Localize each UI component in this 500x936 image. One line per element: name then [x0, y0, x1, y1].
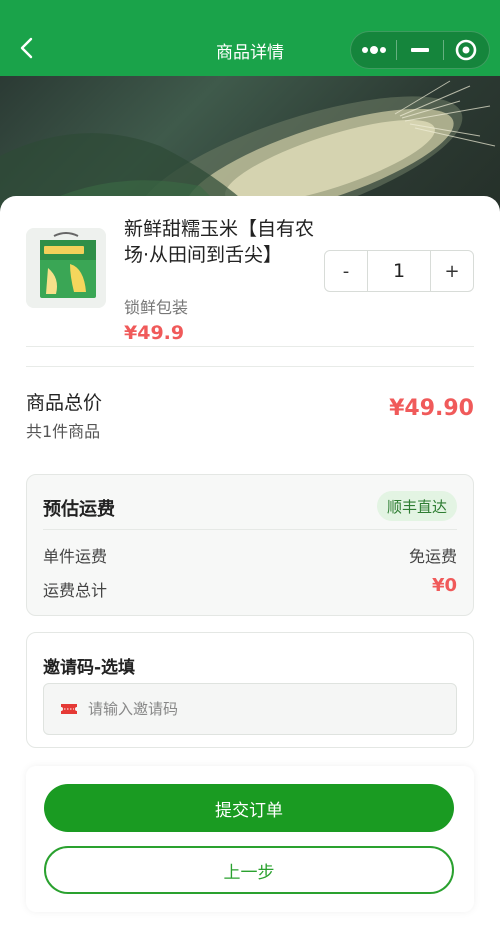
close-mini-program-button[interactable]	[444, 32, 489, 68]
top-navbar: 商品详情	[0, 0, 500, 76]
corn-photo	[0, 80, 496, 216]
divider	[26, 366, 474, 367]
divider	[26, 346, 474, 347]
action-panel: 提交订单 上一步	[26, 766, 474, 912]
ticket-icon	[61, 704, 77, 714]
unit-shipping-label: 单件运费	[43, 547, 108, 566]
total-price: ¥49.90	[389, 396, 474, 421]
more-button[interactable]	[351, 32, 396, 68]
invite-code-field[interactable]	[43, 683, 457, 735]
invite-code-title: 邀请码-选填	[43, 658, 136, 678]
shipping-method-badge: 顺丰直达	[376, 491, 457, 521]
minimize-button[interactable]	[397, 32, 442, 68]
decrement-button[interactable]: -	[325, 251, 367, 291]
invite-code-input[interactable]	[88, 700, 428, 718]
product-thumbnail	[26, 228, 106, 308]
order-confirm-sheet: 新鲜甜糯玉米【自有农场·从田间到舌尖】 锁鲜包装 ¥49.9 - 1 + 商品总…	[0, 196, 500, 936]
shipping-title: 预估运费	[43, 499, 115, 520]
product-name: 新鲜甜糯玉米【自有农场·从田间到舌尖】	[124, 218, 315, 266]
invite-code-card: 邀请码-选填	[26, 632, 474, 748]
product-hero-image	[0, 76, 500, 216]
unit-shipping-value: 免运费	[408, 547, 457, 566]
product-price: ¥49.9	[124, 322, 185, 344]
product-box-image	[26, 228, 106, 308]
shipping-card: 预估运费 顺丰直达 单件运费 免运费 运费总计 ¥0	[26, 474, 474, 616]
shipping-total-label: 运费总计	[43, 581, 108, 600]
close-target-icon	[456, 39, 477, 61]
previous-step-button[interactable]: 上一步	[44, 846, 454, 894]
quantity-value[interactable]: 1	[367, 251, 431, 291]
quantity-stepper[interactable]: - 1 +	[324, 250, 474, 292]
minimize-icon	[410, 48, 429, 52]
price-summary: 商品总价 共1件商品 ¥49.90	[26, 386, 474, 446]
total-label: 商品总价	[26, 392, 103, 414]
more-dots-icon	[361, 46, 386, 54]
item-count: 共1件商品	[26, 422, 101, 441]
product-spec: 锁鲜包装	[124, 298, 189, 317]
increment-button[interactable]: +	[431, 251, 473, 291]
product-summary: 新鲜甜糯玉米【自有农场·从田间到舌尖】 锁鲜包装 ¥49.9 - 1 +	[26, 216, 474, 344]
mini-program-capsule	[350, 31, 490, 69]
submit-order-button[interactable]: 提交订单	[44, 784, 454, 832]
shipping-total-value: ¥0	[431, 575, 457, 596]
shipping-divider	[43, 529, 457, 530]
